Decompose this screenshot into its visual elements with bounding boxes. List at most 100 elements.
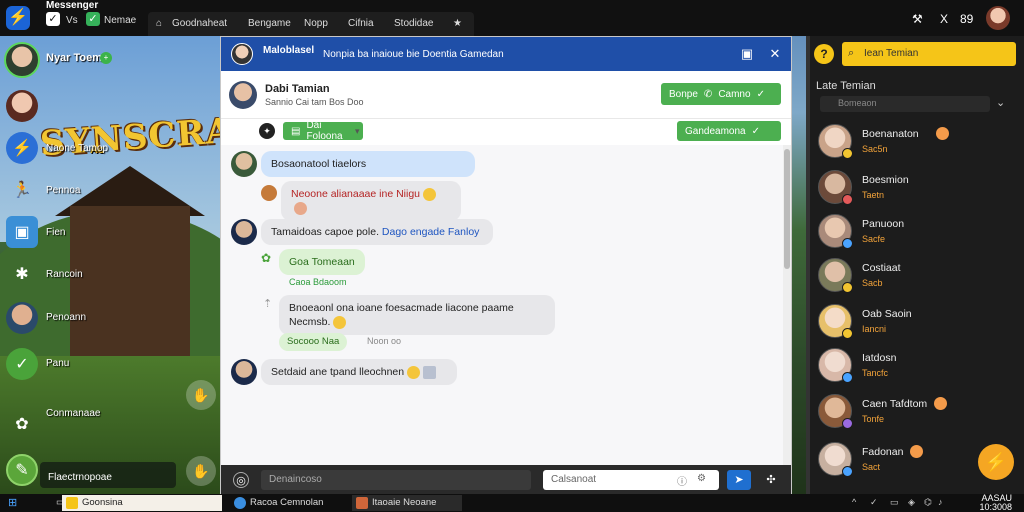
chevron-down-icon[interactable]: ⌄ xyxy=(996,96,1005,109)
contact-avatar[interactable] xyxy=(229,81,257,109)
contact-item[interactable]: Costiaat Sacb xyxy=(818,258,1018,298)
star-icon[interactable]: ★ xyxy=(453,18,462,29)
topbar-label-1[interactable]: Vs xyxy=(66,15,78,26)
message-text: Bosaonatool tiaelors xyxy=(271,158,367,170)
message-scrollbar[interactable] xyxy=(783,145,791,465)
home-icon[interactable]: ⌂ xyxy=(156,18,162,29)
taskbar: ⊞ ▭ Goonsina Racoa Cemnolan Itaoaie Neoa… xyxy=(0,494,1024,512)
attach-icon[interactable]: ◎ xyxy=(233,472,249,488)
lightning-action-button[interactable]: ⚡ xyxy=(978,444,1014,480)
call-button[interactable]: Bonpe ✆ Camno ✓ xyxy=(661,83,781,105)
right-scrollbar[interactable] xyxy=(806,36,810,494)
message-link[interactable]: Dago engade Fanloy xyxy=(382,226,480,238)
message-tag-bubble[interactable]: Socooo Naa xyxy=(279,333,348,351)
tab-5[interactable]: Stodidae xyxy=(394,18,433,29)
message-avatar[interactable] xyxy=(231,359,257,385)
volume-icon[interactable]: ♪ xyxy=(938,497,943,507)
taskbar-item-2[interactable]: Racoa Cemnolan xyxy=(230,495,340,511)
message-avatar[interactable] xyxy=(231,151,257,177)
messenger-logo-icon[interactable]: ⚡ xyxy=(6,6,30,30)
sidebar-item-label-7[interactable]: Conmanaae xyxy=(46,408,100,419)
tab-3[interactable]: Nopp xyxy=(304,18,328,29)
clock[interactable]: AASAU 10:3008 xyxy=(952,494,1012,512)
browser-icon xyxy=(234,497,246,509)
tab-2[interactable]: Bengame xyxy=(248,18,291,29)
sidebar-item-label-6[interactable]: Panu xyxy=(46,358,69,369)
leaf-tray-icon[interactable]: ✓ xyxy=(870,497,878,508)
contact-name[interactable]: Dabi Tamian xyxy=(265,83,330,95)
status-badge xyxy=(842,282,853,293)
figure-icon[interactable]: 🏃 xyxy=(6,174,38,206)
contact-item[interactable]: Panuoon Sacfe xyxy=(818,214,1018,254)
close-icon[interactable]: ✕ xyxy=(767,46,783,62)
profile-avatar[interactable] xyxy=(986,6,1010,30)
contact-item[interactable]: Iatdosn Tancfc xyxy=(818,348,1018,388)
help-icon[interactable]: ? xyxy=(814,44,834,64)
settings-icon[interactable]: ⚙ xyxy=(697,473,706,484)
sidebar-item-label-1[interactable]: Naone Tamop xyxy=(46,143,108,154)
info-icon[interactable]: ⓘ xyxy=(677,473,687,488)
tab-1[interactable]: Goodnaheat xyxy=(172,18,227,29)
bottom-status-label[interactable]: Flaectrnopoae xyxy=(48,472,112,483)
book-icon[interactable]: ▣ xyxy=(6,216,38,248)
settings-icon[interactable]: ✦ xyxy=(259,123,275,139)
sidebar-item-label-3[interactable]: Fien xyxy=(46,227,65,238)
maximize-icon[interactable]: ▣ xyxy=(739,46,755,62)
message-text: Goa Tomeaan xyxy=(289,256,355,268)
user-avatar[interactable] xyxy=(4,42,40,78)
folder-tag-button[interactable]: ▤ Dai Foloona xyxy=(283,120,363,142)
phone-icon: ✆ xyxy=(703,88,713,100)
chat-header: Maloblasel Nonpia ba inaioue bie Doentia… xyxy=(221,37,791,71)
sidebar-avatar-1[interactable] xyxy=(6,90,38,122)
contact-item[interactable]: Boenanaton Sac5n xyxy=(818,124,1018,164)
contact-item[interactable]: Boesmion Taetn xyxy=(818,170,1018,210)
contact-item[interactable]: Oab Saoin Iancni xyxy=(818,304,1018,344)
shield-icon[interactable]: ◈ xyxy=(908,497,915,508)
message-avatar-small[interactable] xyxy=(261,185,277,201)
topbar-right-label-1[interactable]: X xyxy=(940,12,948,26)
puzzle-icon[interactable]: ✣ xyxy=(763,472,779,488)
flower-icon[interactable]: ✿ xyxy=(6,408,38,440)
clock-line-2: 10:3008 xyxy=(979,502,1012,512)
group-icon[interactable]: ✱ xyxy=(6,258,38,290)
scrollbar-thumb[interactable] xyxy=(784,149,790,269)
message-avatar[interactable] xyxy=(231,219,257,245)
message-tag[interactable]: Caoa Bdaoom xyxy=(289,277,347,287)
chevron-up-icon[interactable]: ^ xyxy=(852,497,856,507)
network-icon[interactable]: ⌬ xyxy=(924,497,932,508)
hand-icon[interactable]: ✋ xyxy=(186,380,216,410)
chevron-down-icon[interactable]: ▾ xyxy=(355,126,360,137)
sidebar-item-label-5[interactable]: Penoann xyxy=(46,312,86,323)
reply-icon[interactable]: ⇡ xyxy=(263,297,272,310)
taskbar-item-3[interactable]: Itaoaie Neoane xyxy=(352,495,462,511)
send-button[interactable]: ➤ xyxy=(727,470,751,490)
game-mode-button[interactable]: Gandeamona ✓ xyxy=(677,121,781,141)
monitor-icon[interactable]: ▭ xyxy=(890,497,899,508)
hand-icon-2[interactable]: ✋ xyxy=(186,456,216,486)
tools-icon[interactable]: ⚒ xyxy=(912,12,923,26)
taskbar-search-icon[interactable]: ▭ xyxy=(36,495,65,511)
username[interactable]: Nyar Toem xyxy=(46,52,102,64)
checkbox-icon[interactable]: ✓ xyxy=(86,12,100,26)
taskbar-item-1[interactable]: Goonsina xyxy=(62,495,222,511)
search-placeholder: Calsanoat xyxy=(551,474,597,485)
bolt-icon[interactable]: ⚡ xyxy=(6,132,38,164)
message-input[interactable]: Denaincoso xyxy=(261,470,531,490)
contact-filter-input[interactable]: Bomeaon xyxy=(820,96,990,112)
tab-4[interactable]: Cifnia xyxy=(348,18,374,29)
topbar-right-label-2[interactable]: 89 xyxy=(960,12,973,26)
message-text: Neoone alianaaae ine Niigu xyxy=(291,188,421,200)
topbar-label-2[interactable]: Nemae xyxy=(104,15,136,26)
windows-start-icon[interactable]: ⊞ xyxy=(8,497,20,509)
search-input[interactable]: Calsanoat ⓘ ⚙ xyxy=(543,470,719,490)
contact-search-input[interactable]: ⌕ Iean Temian xyxy=(842,42,1016,66)
emoji-icon xyxy=(936,127,949,140)
filter-placeholder: Bomeaon xyxy=(838,98,877,108)
sidebar-item-label-2[interactable]: Pennoa xyxy=(46,185,80,196)
contact-item[interactable]: Caen Tafdtom Tonfe xyxy=(818,394,1018,434)
sidebar-avatar-2[interactable] xyxy=(6,302,38,334)
check-icon[interactable]: ✓ xyxy=(46,12,60,26)
brush-icon[interactable]: ✎ xyxy=(6,454,38,486)
sidebar-item-label-4[interactable]: Rancoin xyxy=(46,269,83,280)
leaf-icon[interactable]: ✓ xyxy=(6,348,38,380)
